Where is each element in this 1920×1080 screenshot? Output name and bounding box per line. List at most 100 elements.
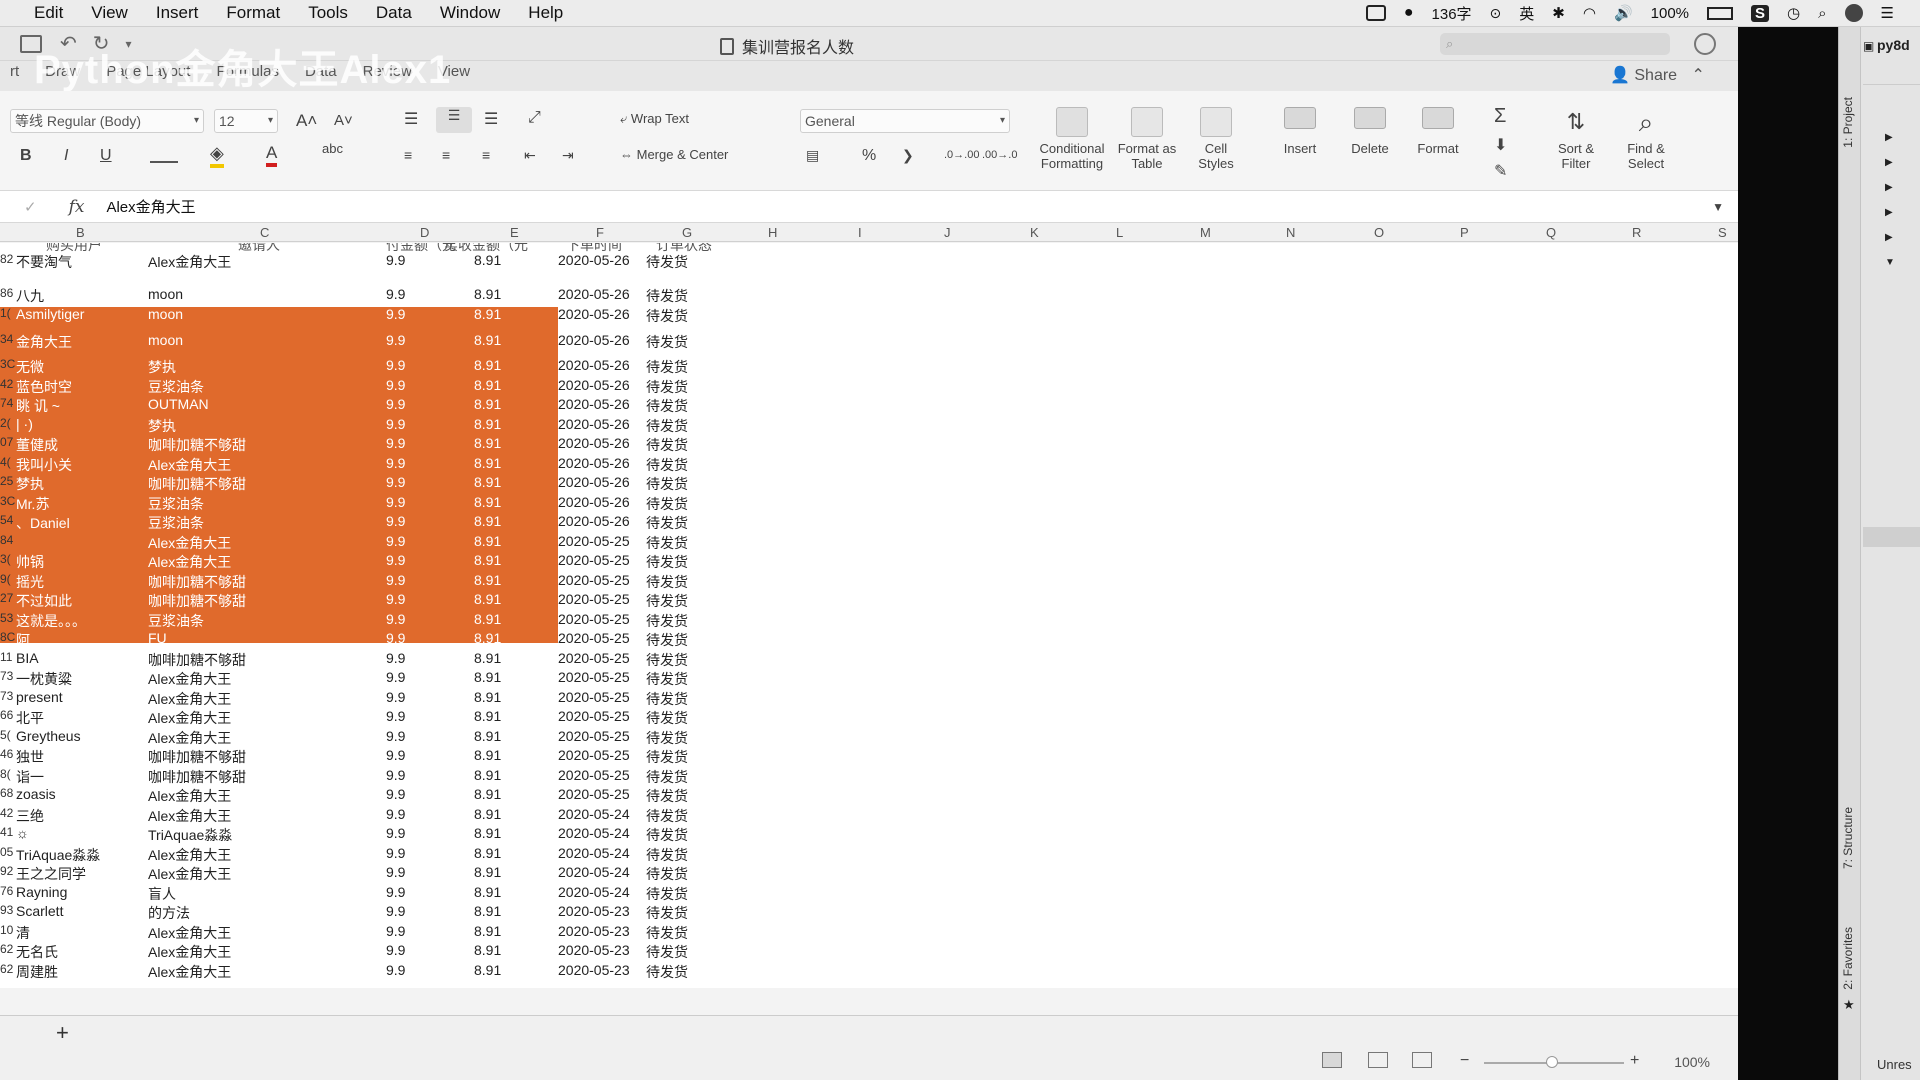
buyer-cell[interactable]: 周建胜	[16, 962, 58, 982]
paid-cell[interactable]: 8.91	[474, 942, 501, 958]
paid-cell[interactable]: 8.91	[474, 689, 501, 705]
price-cell[interactable]: 9.9	[386, 474, 405, 490]
price-cell[interactable]: 9.9	[386, 786, 405, 802]
tree-item[interactable]: ▶	[1863, 227, 1920, 245]
buyer-cell[interactable]: 八九	[16, 286, 44, 306]
paid-cell[interactable]: 8.91	[474, 864, 501, 880]
inviter-cell[interactable]: moon	[148, 286, 183, 302]
paid-cell[interactable]: 8.91	[474, 767, 501, 783]
paid-cell[interactable]: 8.91	[474, 650, 501, 666]
status-cell[interactable]: 待发货	[646, 806, 688, 826]
buyer-cell[interactable]: 不过如此	[16, 591, 72, 611]
ide-scrollbar[interactable]	[1863, 527, 1920, 547]
paid-cell[interactable]: 8.91	[474, 747, 501, 763]
menu-edit[interactable]: Edit	[20, 3, 77, 23]
align-center-icon[interactable]: ≡	[442, 147, 450, 163]
row-id-cell[interactable]: 05	[0, 845, 13, 859]
row-id-cell[interactable]: 8C	[0, 630, 15, 644]
price-cell[interactable]: 9.9	[386, 591, 405, 607]
price-cell[interactable]: 9.9	[386, 864, 405, 880]
inviter-cell[interactable]: 咖啡加糖不够甜	[148, 650, 246, 670]
column-header[interactable]: E	[510, 225, 519, 240]
tab-insert-partial[interactable]: rt	[10, 63, 19, 80]
price-cell[interactable]: 9.9	[386, 252, 405, 268]
paid-cell[interactable]: 8.91	[474, 923, 501, 939]
buyer-cell[interactable]: 董健成	[16, 435, 58, 455]
row-id-cell[interactable]: 84	[0, 533, 13, 547]
row-id-cell[interactable]: 93	[0, 903, 13, 917]
row-id-cell[interactable]: 62	[0, 942, 13, 956]
price-cell[interactable]: 9.9	[386, 306, 405, 322]
price-cell[interactable]: 9.9	[386, 357, 405, 373]
date-cell[interactable]: 2020-05-25	[558, 689, 630, 705]
buyer-cell[interactable]: 我叫小关	[16, 455, 72, 475]
date-cell[interactable]: 2020-05-24	[558, 825, 630, 841]
sort-filter-button[interactable]: ⇅ Sort & Filter	[1546, 107, 1606, 171]
status-cell[interactable]: 待发货	[646, 923, 688, 943]
date-cell[interactable]: 2020-05-26	[558, 252, 630, 268]
inviter-cell[interactable]: Alex金角大王	[148, 962, 231, 982]
column-header[interactable]: H	[768, 225, 777, 240]
insert-cells-button[interactable]: Insert	[1270, 107, 1330, 156]
date-cell[interactable]: 2020-05-24	[558, 864, 630, 880]
number-format-select[interactable]: General ▾	[800, 109, 1010, 133]
date-cell[interactable]: 2020-05-26	[558, 377, 630, 393]
price-cell[interactable]: 9.9	[386, 767, 405, 783]
buyer-cell[interactable]: 蓝色时空	[16, 377, 72, 397]
paid-cell[interactable]: 8.91	[474, 377, 501, 393]
status-cell[interactable]: 待发货	[646, 825, 688, 845]
date-cell[interactable]: 2020-05-25	[558, 630, 630, 646]
price-cell[interactable]: 9.9	[386, 377, 405, 393]
buyer-cell[interactable]: 、Daniel	[16, 513, 70, 533]
orientation-icon[interactable]: ⤢	[528, 109, 541, 127]
price-cell[interactable]: 9.9	[386, 286, 405, 302]
zoom-slider-handle[interactable]	[1546, 1056, 1558, 1068]
clock-icon[interactable]: ◷	[1787, 4, 1800, 22]
font-name-select[interactable]: 等线 Regular (Body) ▾	[10, 109, 204, 133]
align-top-icon[interactable]: ☰	[404, 109, 418, 129]
row-id-cell[interactable]: 92	[0, 864, 13, 878]
column-header[interactable]: R	[1632, 225, 1641, 240]
row-id-cell[interactable]: 42	[0, 806, 13, 820]
paid-cell[interactable]: 8.91	[474, 962, 501, 978]
inviter-cell[interactable]: Alex金角大王	[148, 252, 231, 272]
row-id-cell[interactable]: 3(	[0, 552, 11, 566]
inviter-cell[interactable]: Alex金角大王	[148, 533, 231, 553]
date-cell[interactable]: 2020-05-24	[558, 845, 630, 861]
date-cell[interactable]: 2020-05-23	[558, 923, 630, 939]
inviter-cell[interactable]: Alex金角大王	[148, 669, 231, 689]
inviter-cell[interactable]: Alex金角大王	[148, 786, 231, 806]
date-cell[interactable]: 2020-05-25	[558, 708, 630, 724]
column-header[interactable]: I	[858, 225, 862, 240]
column-header[interactable]: N	[1286, 225, 1295, 240]
zoom-in-button[interactable]: +	[1630, 1052, 1639, 1070]
inviter-cell[interactable]: moon	[148, 306, 183, 322]
paid-cell[interactable]: 8.91	[474, 396, 501, 412]
buyer-cell[interactable]: BIA	[16, 650, 39, 666]
paid-cell[interactable]: 8.91	[474, 252, 501, 268]
date-cell[interactable]: 2020-05-25	[558, 611, 630, 627]
status-cell[interactable]: 待发货	[646, 864, 688, 884]
status-cell[interactable]: 待发货	[646, 533, 688, 553]
status-cell[interactable]: 待发货	[646, 786, 688, 806]
input-source-icon[interactable]: ⊙	[1490, 5, 1502, 22]
app-s-icon[interactable]: S	[1751, 4, 1770, 22]
date-cell[interactable]: 2020-05-26	[558, 513, 630, 529]
column-header[interactable]: O	[1374, 225, 1384, 240]
inviter-cell[interactable]: Alex金角大王	[148, 552, 231, 572]
paid-cell[interactable]: 8.91	[474, 533, 501, 549]
price-cell[interactable]: 9.9	[386, 630, 405, 646]
buyer-cell[interactable]: 摇光	[16, 572, 44, 592]
row-id-cell[interactable]: 2(	[0, 416, 11, 430]
inviter-cell[interactable]: Alex金角大王	[148, 845, 231, 865]
row-id-cell[interactable]: 10	[0, 923, 13, 937]
date-cell[interactable]: 2020-05-26	[558, 306, 630, 322]
zoom-level[interactable]: 100%	[1674, 1054, 1710, 1070]
wechat-icon[interactable]: ●	[1404, 4, 1414, 22]
buyer-cell[interactable]: 不要淘气	[16, 252, 72, 272]
format-cells-button[interactable]: Format	[1408, 107, 1468, 156]
buyer-cell[interactable]: 一枕黄粱	[16, 669, 72, 689]
inviter-cell[interactable]: 梦执	[148, 357, 176, 377]
tree-item[interactable]: ▼	[1863, 252, 1920, 270]
inviter-cell[interactable]: 咖啡加糖不够甜	[148, 747, 246, 767]
